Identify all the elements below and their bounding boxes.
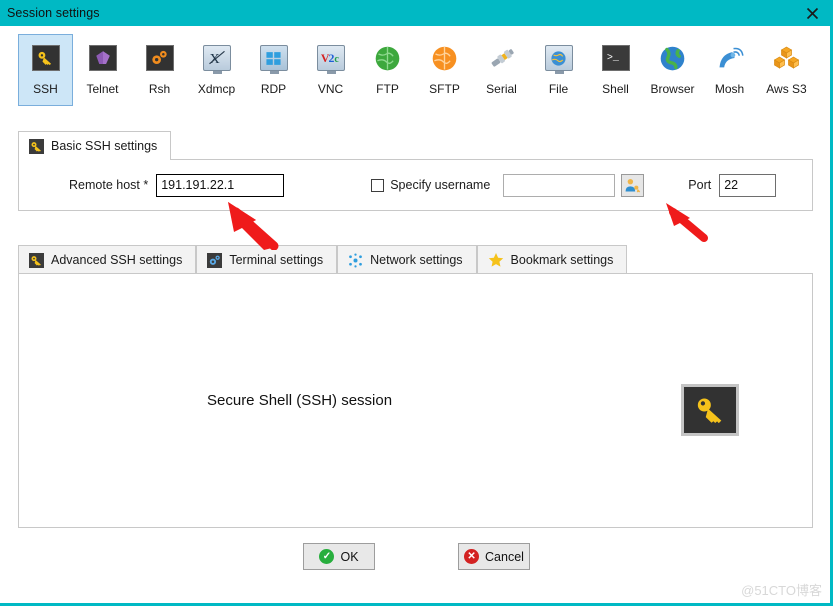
serial-plug-icon — [485, 41, 519, 75]
window-title: Session settings — [7, 6, 100, 20]
protocol-label: Serial — [486, 82, 517, 96]
vnc-icon: V 2 c — [314, 41, 348, 75]
port-label: Port — [688, 178, 712, 192]
protocol-rdp[interactable]: RDP — [246, 34, 301, 106]
protocol-browser[interactable]: Browser — [645, 34, 700, 106]
tab-label: Network settings — [370, 253, 463, 267]
svg-text:c: c — [334, 54, 339, 65]
tab-basic-ssh-settings[interactable]: Basic SSH settings — [18, 131, 172, 160]
protocol-label: Xdmcp — [197, 82, 236, 96]
protocol-shell[interactable]: >_ Shell — [588, 34, 643, 106]
protocol-label: SSH — [33, 82, 58, 96]
remote-host-input[interactable] — [156, 173, 285, 197]
protocol-label: FTP — [376, 82, 399, 96]
protocol-sftp[interactable]: SFTP — [417, 34, 472, 106]
protocol-label: RDP — [260, 82, 287, 96]
check-circle-icon: ✓ — [319, 549, 335, 564]
ok-button[interactable]: ✓ OK — [303, 543, 375, 570]
shell-prompt-icon: >_ — [599, 41, 633, 75]
key-icon — [681, 384, 739, 436]
protocol-mosh[interactable]: Mosh — [702, 34, 757, 106]
ftp-globe-icon — [371, 41, 405, 75]
protocol-vnc[interactable]: V 2 c VNC — [303, 34, 358, 106]
watermark: @51CTO博客 — [741, 583, 822, 598]
cancel-button[interactable]: ✕ Cancel — [458, 543, 530, 570]
tab-network-settings[interactable]: Network settings — [337, 245, 477, 274]
session-content-area: Secure Shell (SSH) session — [18, 273, 813, 528]
protocol-label: Telnet — [86, 82, 119, 96]
gear-icon — [207, 252, 223, 268]
rsh-gears-icon — [143, 41, 177, 75]
tab-label: Terminal settings — [229, 253, 324, 267]
port-stepper[interactable] — [719, 173, 830, 197]
key-icon — [29, 138, 44, 154]
specify-username-label: Specify username — [390, 178, 491, 192]
titlebar: Session settings — [0, 0, 830, 26]
network-icon — [348, 253, 363, 268]
protocol-file[interactable]: File — [531, 34, 586, 106]
tab-bookmark-settings[interactable]: Bookmark settings — [476, 245, 628, 274]
protocol-toolbar: SSH Telnet Rsh Xdmcp RDP V 2 c VNC FTP S… — [0, 26, 830, 113]
protocol-label: VNC — [317, 82, 344, 96]
tab-label: Basic SSH settings — [51, 139, 158, 153]
telnet-icon — [86, 41, 120, 75]
cancel-button-label: Cancel — [485, 549, 524, 564]
specify-username-checkbox[interactable] — [371, 178, 385, 192]
browser-globe-icon — [656, 41, 690, 75]
xdmcp-icon: X — [200, 41, 234, 75]
username-input[interactable] — [503, 173, 616, 197]
lower-tabstrip: Advanced SSH settings Terminal settings … — [18, 245, 813, 274]
protocol-label: File — [548, 82, 569, 96]
basic-settings-body: Remote host * Specify username Port — [18, 159, 830, 211]
tab-label: Advanced SSH settings — [51, 253, 183, 267]
protocol-serial[interactable]: Serial — [474, 34, 529, 106]
protocol-aws-s3[interactable]: Aws S3 — [759, 34, 814, 106]
protocol-label: Shell — [602, 82, 629, 96]
session-settings-dialog: Session settings SSH Telnet Rsh Xdmcp RD… — [0, 0, 833, 606]
sftp-globe-icon — [428, 41, 462, 75]
protocol-label: Browser — [650, 82, 695, 96]
basic-tabstrip: Basic SSH settings — [18, 131, 813, 160]
protocol-label: Aws S3 — [766, 82, 807, 96]
svg-text:>_: >_ — [606, 53, 619, 64]
ok-button-label: OK — [340, 549, 359, 564]
tab-terminal-settings[interactable]: Terminal settings — [196, 245, 338, 274]
key-icon — [29, 252, 44, 268]
protocol-label: Mosh — [714, 82, 745, 96]
session-description: Secure Shell (SSH) session — [207, 392, 393, 409]
user-key-icon[interactable] — [621, 173, 645, 197]
protocol-xdmcp[interactable]: X Xdmcp — [189, 34, 244, 106]
tab-advanced-ssh-settings[interactable]: Advanced SSH settings — [18, 245, 197, 274]
mosh-dish-icon — [713, 41, 747, 75]
rdp-windows-icon — [257, 41, 291, 75]
lower-settings-panel: Advanced SSH settings Terminal settings … — [18, 245, 813, 529]
close-icon[interactable] — [791, 0, 830, 26]
protocol-rsh[interactable]: Rsh — [132, 34, 187, 106]
tab-label: Bookmark settings — [510, 253, 614, 267]
port-input[interactable] — [720, 174, 830, 196]
star-icon — [488, 252, 504, 268]
dialog-buttons: ✓ OK ✕ Cancel — [0, 543, 830, 570]
aws-s3-icon — [770, 41, 804, 75]
ssh-key-icon — [29, 41, 63, 75]
file-share-icon — [542, 41, 576, 75]
basic-settings-panel: Basic SSH settings Remote host * Specify… — [18, 131, 830, 212]
x-circle-icon: ✕ — [464, 549, 480, 564]
protocol-label: Rsh — [148, 82, 171, 96]
protocol-telnet[interactable]: Telnet — [75, 34, 130, 106]
protocol-ssh[interactable]: SSH — [18, 34, 73, 106]
protocol-ftp[interactable]: FTP — [360, 34, 415, 106]
remote-host-label: Remote host * — [69, 178, 149, 192]
protocol-label: SFTP — [429, 82, 460, 96]
